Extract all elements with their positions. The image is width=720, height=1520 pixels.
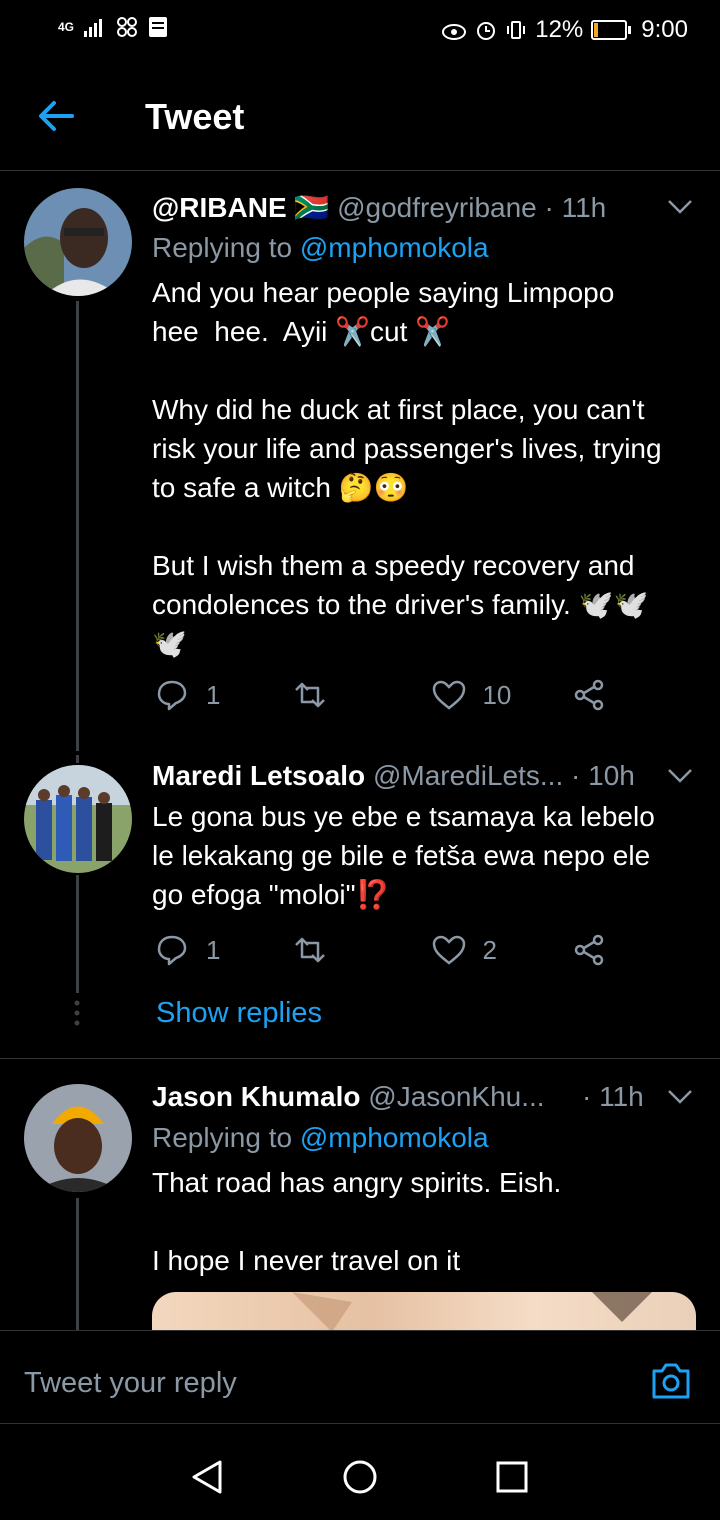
tweet[interactable]: Maredi Letsoalo @MarediLets... · 10h Le … [0,755,720,1055]
tweet-author-line: @RIBANE 🇿🇦 @godfreyribane · 11h [152,191,606,224]
more-replies-dots-icon [74,1000,80,1026]
avatar[interactable] [24,765,132,873]
status-bar: 4G 12% 9:00 [0,0,720,62]
vibrate-icon [507,21,526,39]
page-title: Tweet [145,96,245,137]
network-label: 4G [58,20,75,34]
message-notification-icon [149,17,168,37]
tweet-author-line: Jason Khumalo @JasonKhu... [152,1081,545,1113]
like-count: 2 [482,934,497,965]
chevron-down-icon[interactable] [667,1089,693,1105]
app-notification-icon [117,17,138,37]
tweet-text: And you hear people saying Limpopo hee h… [152,277,662,659]
author-handle[interactable]: @godfreyribane [337,192,537,223]
like-icon[interactable] [432,935,466,965]
tweet-time: · 11h [582,1081,644,1112]
tweet[interactable]: Jason Khumalo @JasonKhu... · 11h Replyin… [0,1060,720,1330]
thread-line [76,301,79,751]
divider [0,1058,720,1059]
like-icon[interactable] [432,680,466,710]
battery-percent: 12% [535,16,584,43]
reply-mention-link[interactable]: @mphomokola [300,232,489,263]
chevron-down-icon[interactable] [667,768,693,784]
battery-icon [591,20,632,40]
reply-composer[interactable]: Tweet your reply [0,1330,720,1424]
like-count: 10 [482,679,512,710]
clock: 9:00 [641,16,688,43]
eye-comfort-icon [442,24,467,40]
tweet-actions: 1 2 [156,934,605,966]
top-app-bar: Tweet [0,62,720,171]
show-replies-link[interactable]: Show replies [156,997,322,1030]
reply-icon[interactable] [156,679,188,711]
author-name[interactable]: Maredi Letsoalo [152,760,365,791]
thread-line [76,755,79,763]
nav-back-icon[interactable] [190,1459,224,1495]
share-icon[interactable] [573,934,605,966]
thread-line [76,1198,79,1330]
author-handle[interactable]: @JasonKhu... [368,1081,544,1112]
tweet-text: Le gona bus ye ebe e tsamaya ka lebelo l… [152,801,655,910]
author-handle[interactable]: @MarediLets... [373,760,563,791]
author-name[interactable]: Jason Khumalo [152,1081,360,1112]
replying-to: Replying to @mphomokola [152,232,489,264]
status-right: 12% 9:00 [441,16,688,44]
tweet-media-image[interactable] [152,1292,696,1330]
replying-prefix: Replying to [152,1122,293,1153]
reply-count: 1 [206,934,221,965]
replying-prefix: Replying to [152,232,293,263]
tweet-actions: 1 10 [156,679,605,711]
author-name[interactable]: @RIBANE [152,192,287,223]
thread-line [76,875,79,993]
tweet-time: · 10h [571,760,635,791]
reply-mention-link[interactable]: @mphomokola [300,1122,489,1153]
nav-recents-icon[interactable] [496,1461,528,1493]
nav-home-icon[interactable] [342,1459,378,1495]
signal-icon [84,19,103,37]
reply-count: 1 [206,679,221,710]
retweet-icon[interactable] [292,680,328,710]
chevron-down-icon[interactable] [667,199,693,215]
tweet-text: That road has angry spirits. Eish. I hop… [152,1167,562,1276]
tweet-author-line: Maredi Letsoalo @MarediLets... · 10h [152,760,635,792]
flag-emoji: 🇿🇦 [294,192,330,223]
avatar[interactable] [24,188,132,296]
back-arrow-icon[interactable] [36,96,76,136]
share-icon[interactable] [573,679,605,711]
reply-icon[interactable] [156,934,188,966]
avatar[interactable] [24,1084,132,1192]
status-left: 4G [58,16,168,38]
tweet-time: · 11h [544,192,607,223]
alarm-icon [477,22,496,40]
camera-icon[interactable] [650,1361,692,1401]
system-nav-bar [0,1423,720,1520]
reply-input[interactable]: Tweet your reply [24,1367,237,1400]
replying-to: Replying to @mphomokola [152,1122,489,1154]
tweet[interactable]: @RIBANE 🇿🇦 @godfreyribane · 11h Replying… [0,171,720,751]
retweet-icon[interactable] [292,935,328,965]
